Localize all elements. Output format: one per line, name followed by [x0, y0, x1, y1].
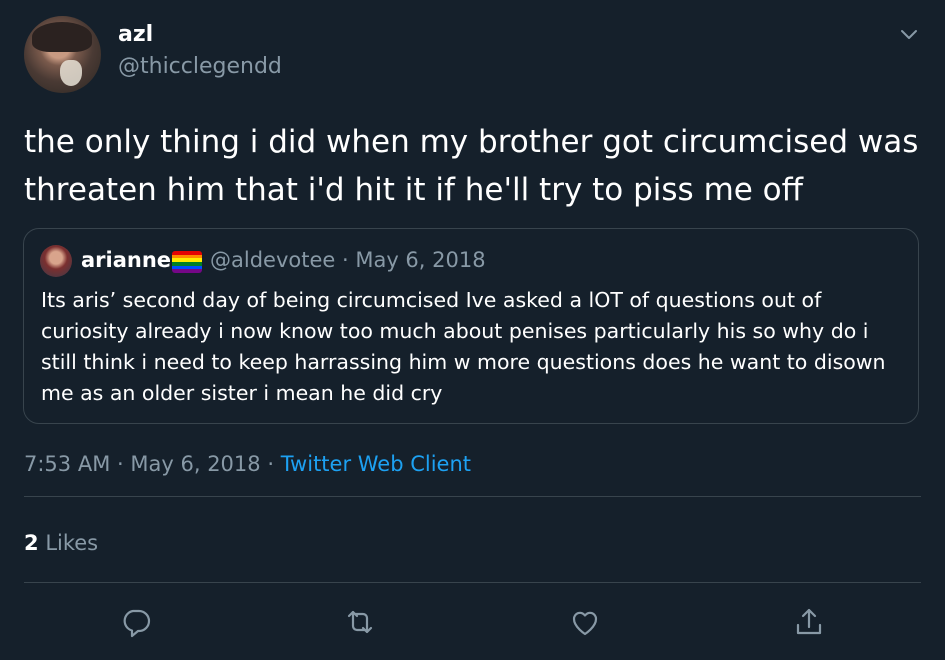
tweet-source-link[interactable]: Twitter Web Client: [281, 452, 471, 476]
likes-count: 2: [24, 531, 39, 555]
quoted-avatar[interactable]: [40, 245, 72, 277]
likes-label: Likes: [45, 531, 99, 555]
quoted-author-name: arianne: [81, 248, 172, 272]
quoted-tweet[interactable]: arianne @aldevotee · May 6, 2018 Its ari…: [23, 228, 919, 424]
meta-separator: ·: [267, 452, 275, 476]
author-name[interactable]: azl: [118, 22, 153, 47]
like-icon[interactable]: [568, 605, 602, 639]
quoted-handle-date: @aldevotee · May 6, 2018: [210, 248, 486, 272]
divider: [24, 496, 921, 497]
share-icon[interactable]: [792, 605, 826, 639]
avatar-hair: [32, 22, 92, 52]
meta-separator: ·: [117, 452, 124, 476]
tweet-text: the only thing i did when my brother got…: [24, 124, 919, 208]
flag-stripe: [172, 269, 202, 273]
tweet-meta: 7:53 AM · May 6, 2018 · Twitter Web Clie…: [24, 452, 471, 476]
author-avatar[interactable]: [24, 16, 101, 93]
rainbow-flag-icon: [172, 251, 202, 273]
divider: [24, 582, 921, 583]
tweet-card: azl @thicclegendd the only thing i did w…: [0, 0, 945, 660]
tweet-date[interactable]: May 6, 2018: [130, 452, 260, 476]
author-handle[interactable]: @thicclegendd: [118, 54, 282, 79]
chevron-down-icon[interactable]: [899, 26, 919, 44]
tweet-time[interactable]: 7:53 AM: [24, 452, 110, 476]
quoted-text: Its aris’ second day of being circumcise…: [41, 288, 886, 405]
avatar-glass: [60, 60, 82, 86]
likes-stat[interactable]: 2 Likes: [24, 531, 98, 555]
retweet-icon[interactable]: [343, 605, 377, 639]
reply-icon[interactable]: [119, 605, 153, 639]
